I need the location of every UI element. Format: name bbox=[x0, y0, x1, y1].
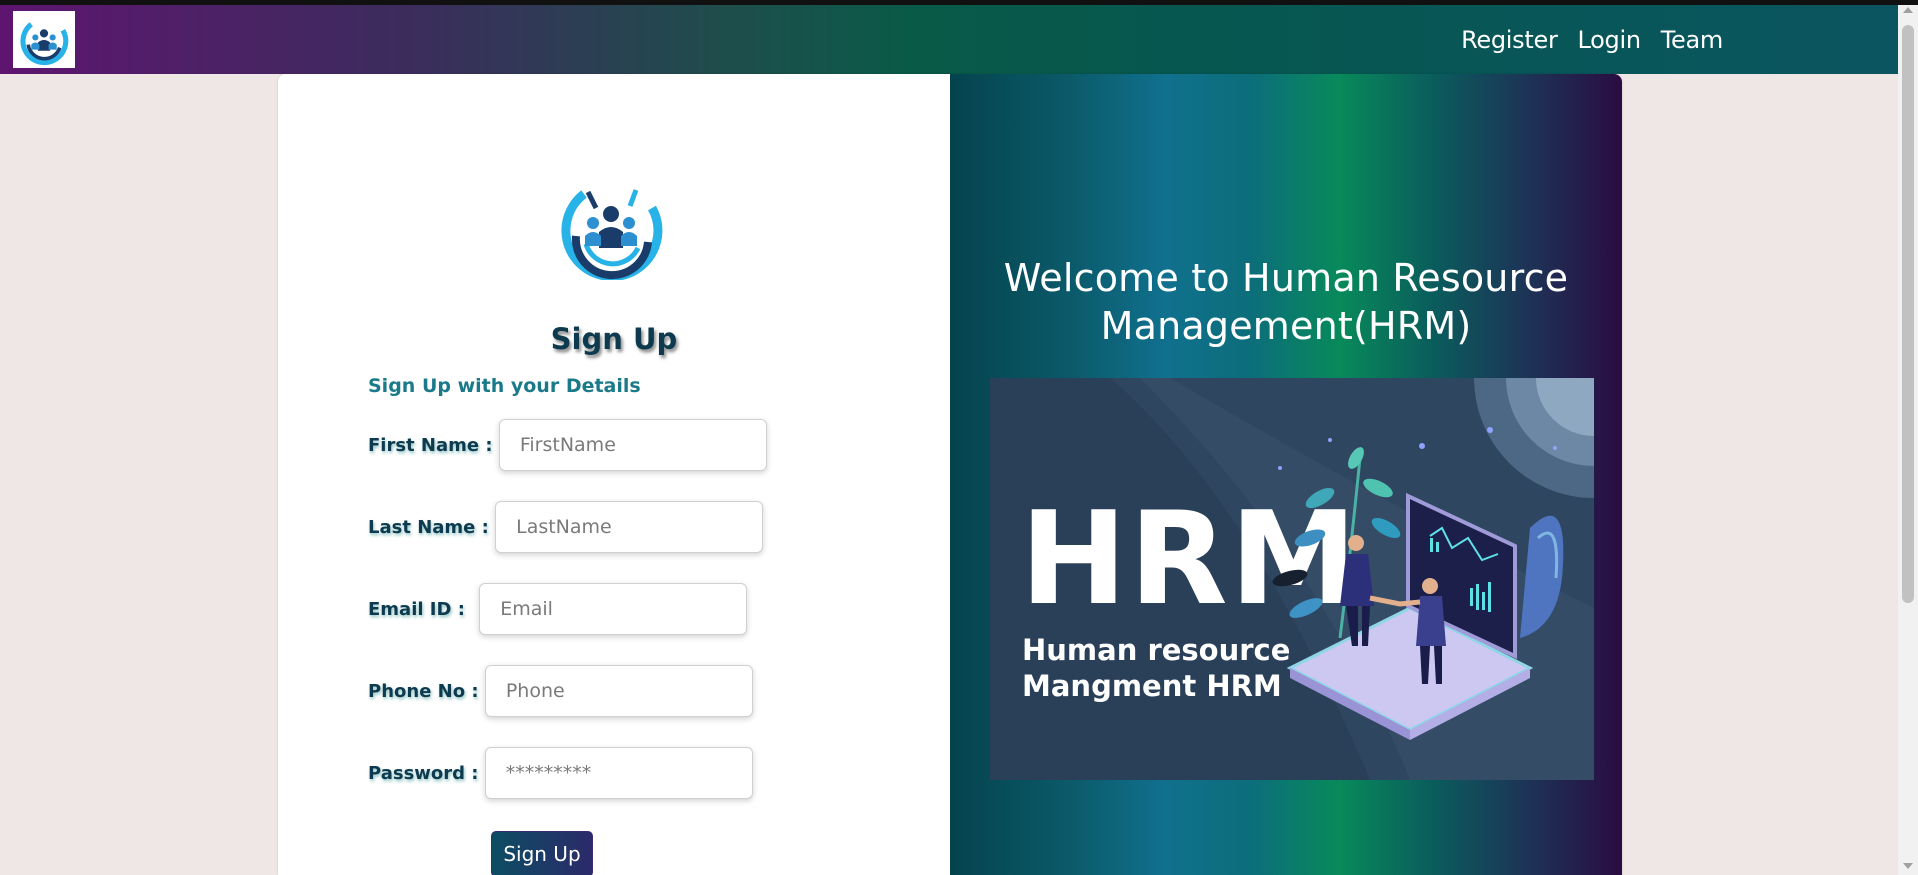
signup-form-pane: Sign Up Sign Up with your Details First … bbox=[278, 74, 950, 875]
scroll-down-arrow-icon[interactable] bbox=[1903, 863, 1913, 869]
nav-team-link[interactable]: Team bbox=[1661, 26, 1724, 54]
first-name-label: First Name : bbox=[368, 434, 499, 456]
email-row: Email ID : bbox=[368, 583, 748, 635]
last-name-row: Last Name : bbox=[368, 501, 764, 553]
page-scrollbar[interactable] bbox=[1898, 5, 1918, 875]
password-input[interactable] bbox=[484, 747, 753, 799]
phone-input[interactable] bbox=[484, 665, 753, 717]
hrm-image-subtitle-1: Human resource bbox=[1022, 633, 1290, 667]
email-input[interactable] bbox=[479, 583, 748, 635]
email-label: Email ID : bbox=[368, 598, 472, 620]
first-name-input[interactable] bbox=[498, 419, 767, 471]
hrm-image-subtitle-2: Mangment HRM bbox=[1022, 669, 1282, 703]
password-label: Password : bbox=[368, 762, 485, 784]
password-row: Password : bbox=[368, 747, 753, 799]
nav-links: Register Login Team bbox=[1461, 5, 1723, 74]
nav-logo[interactable] bbox=[13, 11, 75, 68]
phone-label: Phone No : bbox=[368, 680, 485, 702]
welcome-heading: Welcome to Human Resource Management(HRM… bbox=[1003, 256, 1569, 348]
team-logo-icon bbox=[561, 189, 663, 280]
navbar: Register Login Team bbox=[0, 5, 1898, 74]
nav-login-link[interactable]: Login bbox=[1578, 26, 1642, 54]
scroll-up-arrow-icon[interactable] bbox=[1903, 7, 1913, 13]
phone-row: Phone No : bbox=[368, 665, 753, 717]
signup-subtitle: Sign Up with your Details bbox=[368, 375, 641, 397]
last-name-input[interactable] bbox=[495, 501, 764, 553]
welcome-pane: Welcome to Human Resource Management(HRM… bbox=[950, 74, 1622, 875]
scroll-thumb[interactable] bbox=[1902, 25, 1914, 603]
hrm-illustration: HRM Human resource Mangment HRM bbox=[990, 378, 1594, 780]
last-name-label: Last Name : bbox=[368, 516, 496, 538]
people-logo-icon bbox=[20, 21, 69, 65]
first-name-row: First Name : bbox=[368, 419, 767, 471]
signup-card: Sign Up Sign Up with your Details First … bbox=[278, 74, 1622, 875]
signup-button[interactable]: Sign Up bbox=[491, 831, 593, 875]
signup-title: Sign Up bbox=[550, 322, 678, 356]
nav-register-link[interactable]: Register bbox=[1461, 26, 1558, 54]
